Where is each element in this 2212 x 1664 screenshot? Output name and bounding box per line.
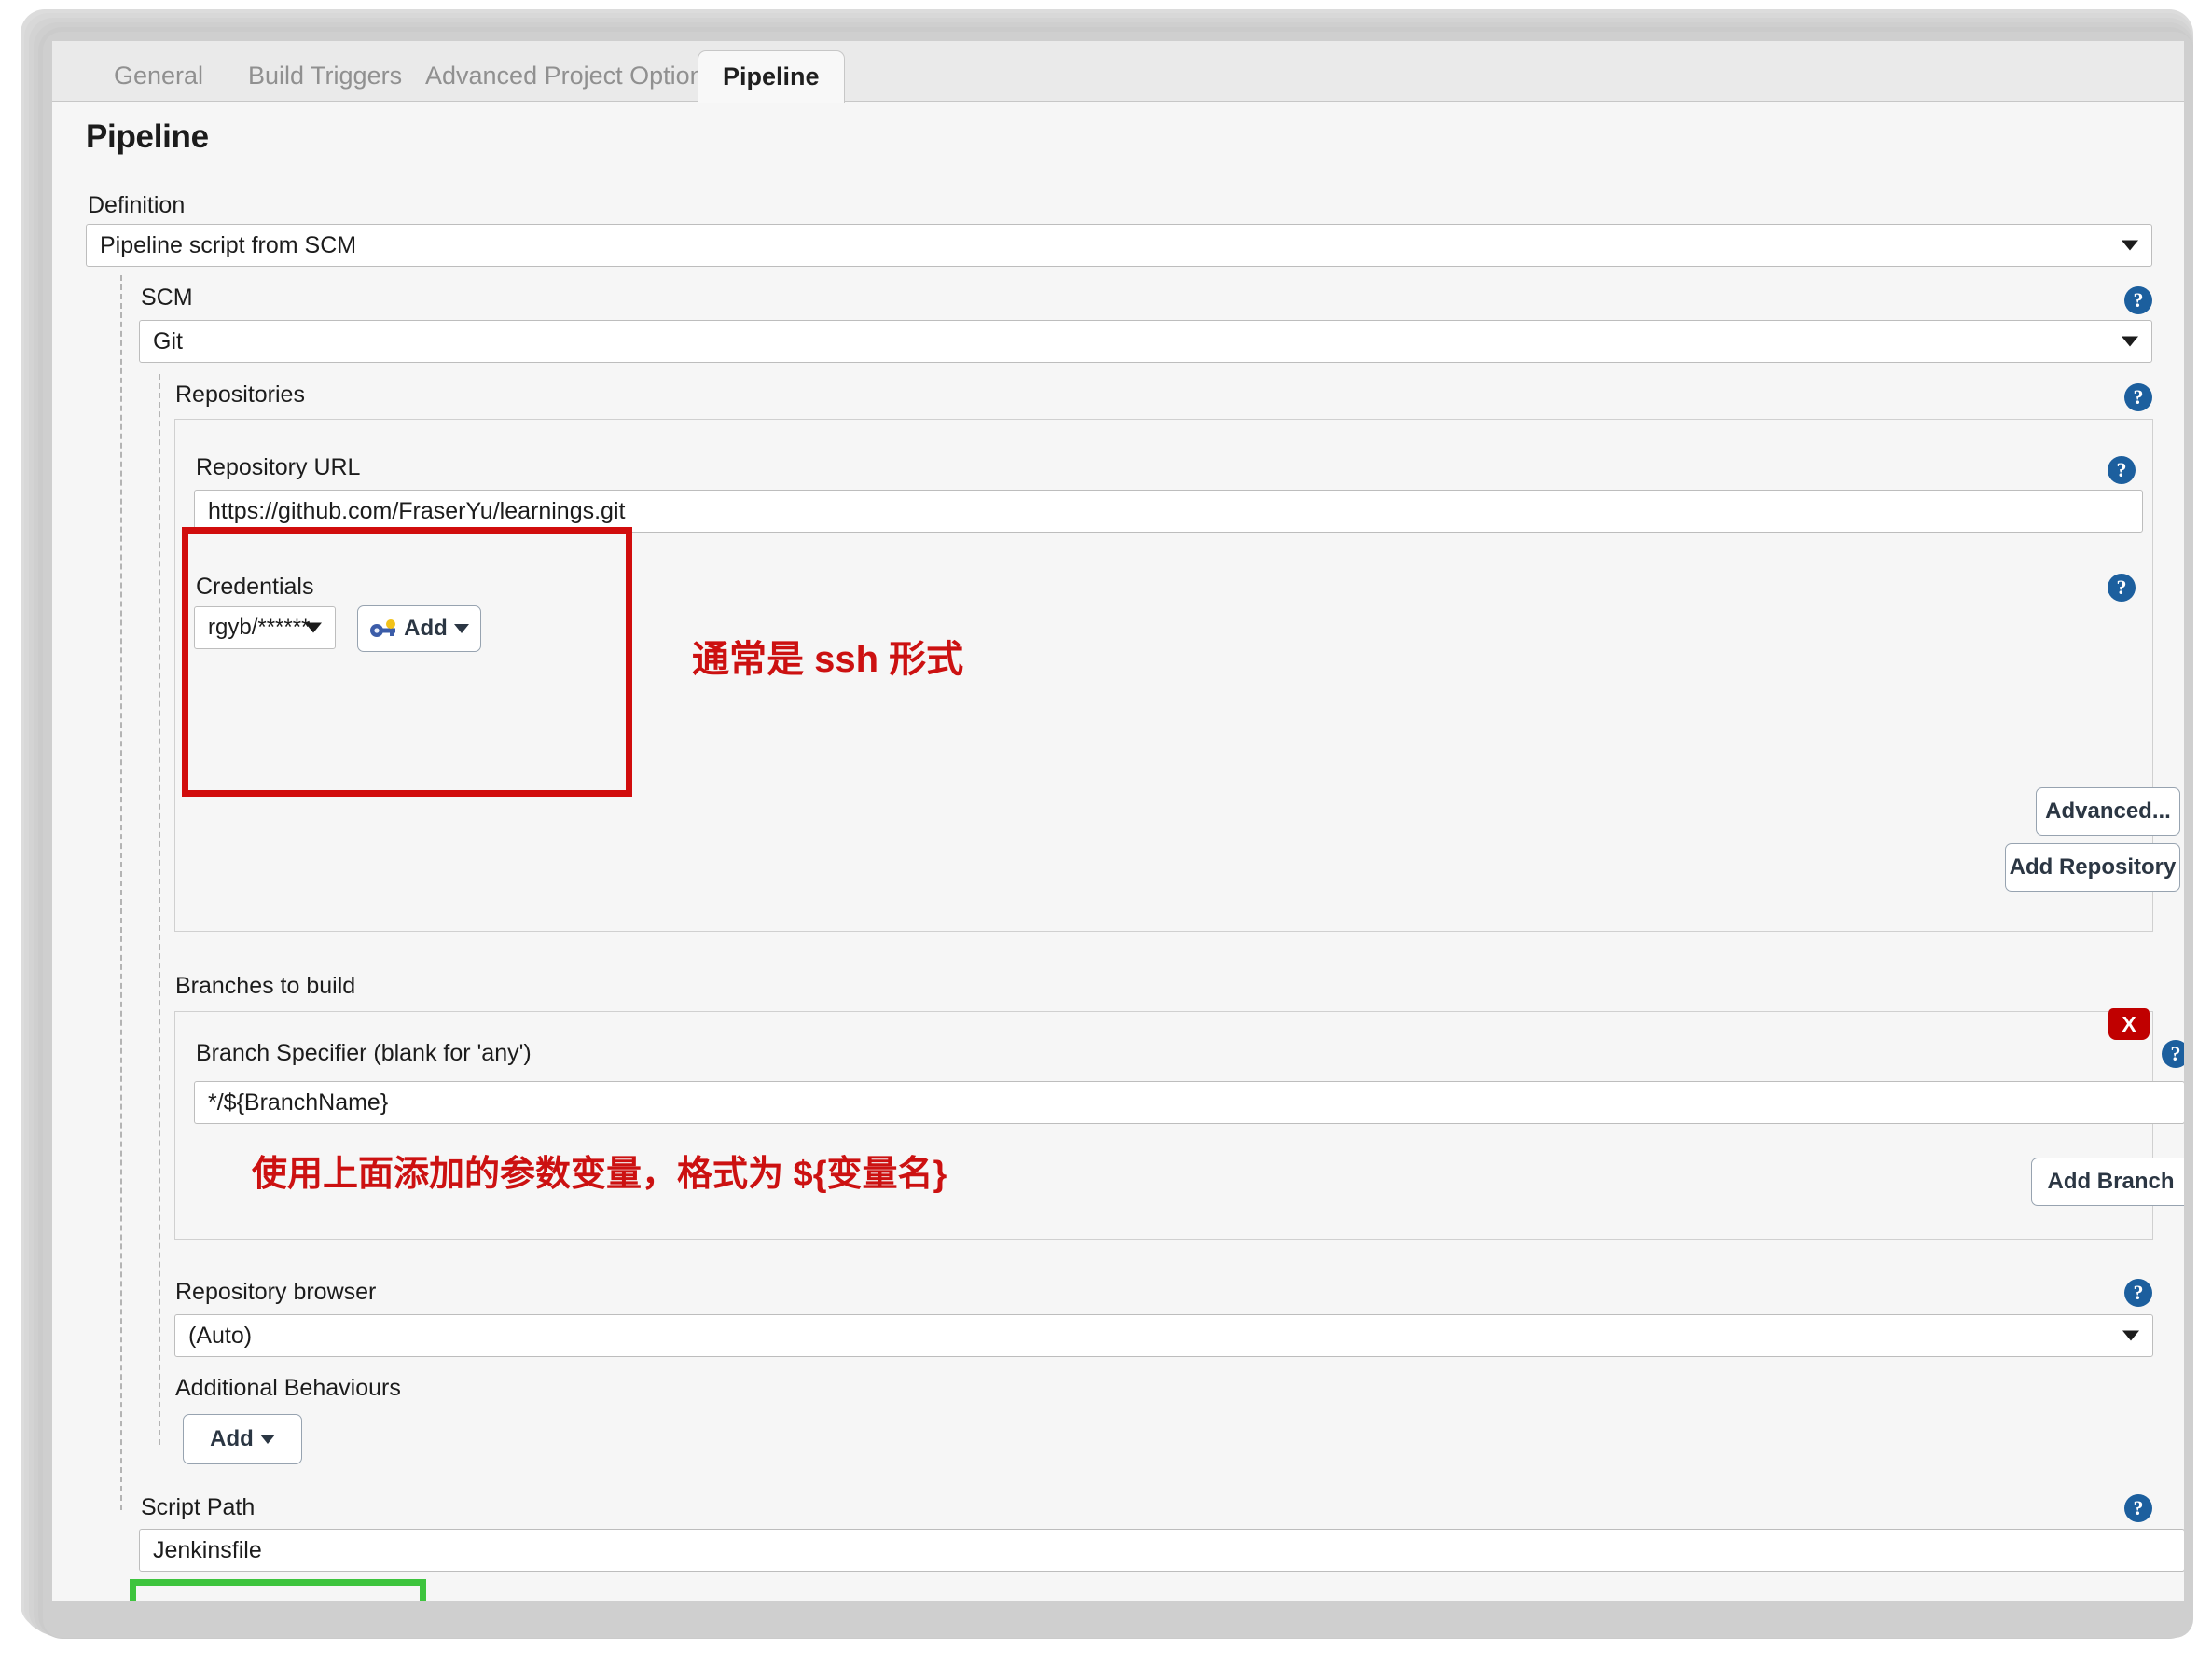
add-credentials-label: Add [404, 616, 448, 641]
credentials-select-value: rgyb/****** [208, 615, 311, 640]
repository-url-value: https://github.com/FraserYu/learnings.gi… [208, 498, 626, 524]
help-icon-repositories[interactable]: ? [2124, 383, 2152, 411]
advanced-button[interactable]: Advanced... [2036, 787, 2180, 836]
browser-window: General Build Triggers Advanced Project … [43, 32, 2193, 1638]
chevron-down-icon [305, 622, 322, 633]
add-repository-button-label: Add Repository [2009, 854, 2177, 880]
script-path-input[interactable]: Jenkinsfile [139, 1529, 2184, 1572]
advanced-button-label: Advanced... [2045, 798, 2171, 824]
scm-select[interactable]: Git [139, 320, 2152, 363]
window-frame-stack: General Build Triggers Advanced Project … [21, 9, 2193, 1651]
pipeline-form: Pipeline Definition Pipeline script from… [52, 102, 2184, 1601]
credentials-select[interactable]: rgyb/****** [194, 606, 336, 649]
branch-specifier-label: Branch Specifier (blank for 'any') [196, 1040, 532, 1066]
annotation-no-check-note: 不要勾选 [485, 1595, 627, 1601]
branches-to-build-label: Branches to build [175, 973, 356, 999]
add-behaviour-label: Add [210, 1426, 254, 1451]
tab-build-triggers[interactable]: Build Triggers [224, 50, 426, 101]
add-branch-button[interactable]: Add Branch [2031, 1158, 2184, 1206]
tab-pipeline[interactable]: Pipeline [698, 50, 845, 103]
repository-url-input[interactable]: https://github.com/FraserYu/learnings.gi… [194, 490, 2143, 533]
annotation-box-lightweight [130, 1579, 426, 1601]
nesting-guide-level-2 [159, 374, 160, 1445]
tab-advanced-project-options[interactable]: Advanced Project Options [401, 50, 740, 101]
delete-branch-button[interactable]: X [2108, 1008, 2150, 1040]
definition-select-value: Pipeline script from SCM [100, 232, 357, 258]
repository-url-label: Repository URL [196, 454, 361, 480]
chevron-down-icon [2122, 240, 2138, 251]
add-branch-button-label: Add Branch [2047, 1169, 2175, 1194]
help-icon-scm[interactable]: ? [2124, 286, 2152, 314]
key-icon [369, 618, 397, 639]
script-path-label: Script Path [141, 1494, 256, 1520]
definition-select[interactable]: Pipeline script from SCM [86, 224, 2152, 267]
caret-down-icon [259, 1435, 275, 1444]
page-title: Pipeline [86, 118, 209, 155]
help-icon-repository-url[interactable]: ? [2108, 456, 2136, 484]
scm-select-value: Git [153, 328, 183, 354]
help-icon-script-path[interactable]: ? [2124, 1494, 2152, 1522]
script-path-value: Jenkinsfile [153, 1537, 262, 1563]
help-icon-credentials[interactable]: ? [2108, 574, 2136, 602]
add-credentials-button[interactable]: Add [357, 605, 481, 652]
repository-browser-value: (Auto) [188, 1323, 253, 1349]
additional-behaviours-label: Additional Behaviours [175, 1375, 401, 1401]
chevron-down-icon [2122, 1330, 2139, 1341]
add-behaviour-button[interactable]: Add [183, 1414, 302, 1464]
config-tab-bar: General Build Triggers Advanced Project … [52, 41, 2184, 103]
annotation-param-note: 使用上面添加的参数变量，格式为 ${变量名} [252, 1155, 947, 1194]
repository-browser-label: Repository browser [175, 1279, 377, 1305]
chevron-down-icon [2122, 336, 2138, 347]
definition-label: Definition [88, 192, 186, 218]
tab-general[interactable]: General [90, 50, 228, 101]
credentials-label: Credentials [196, 574, 314, 600]
repository-browser-select[interactable]: (Auto) [174, 1314, 2153, 1357]
nesting-guide-level-1 [120, 275, 122, 1510]
branch-specifier-input[interactable]: */${BranchName} [194, 1081, 2184, 1124]
help-icon-branch-specifier[interactable]: ? [2162, 1040, 2184, 1068]
annotation-ssh-note: 通常是 ssh 形式 [692, 639, 964, 680]
caret-down-icon [453, 624, 469, 633]
jenkins-config-page: General Build Triggers Advanced Project … [52, 41, 2184, 1601]
help-icon-repository-browser[interactable]: ? [2124, 1279, 2152, 1307]
add-repository-button[interactable]: Add Repository [2005, 843, 2180, 892]
branch-specifier-value: */${BranchName} [208, 1089, 389, 1116]
scm-label: SCM [141, 284, 193, 311]
repositories-label: Repositories [175, 381, 305, 408]
